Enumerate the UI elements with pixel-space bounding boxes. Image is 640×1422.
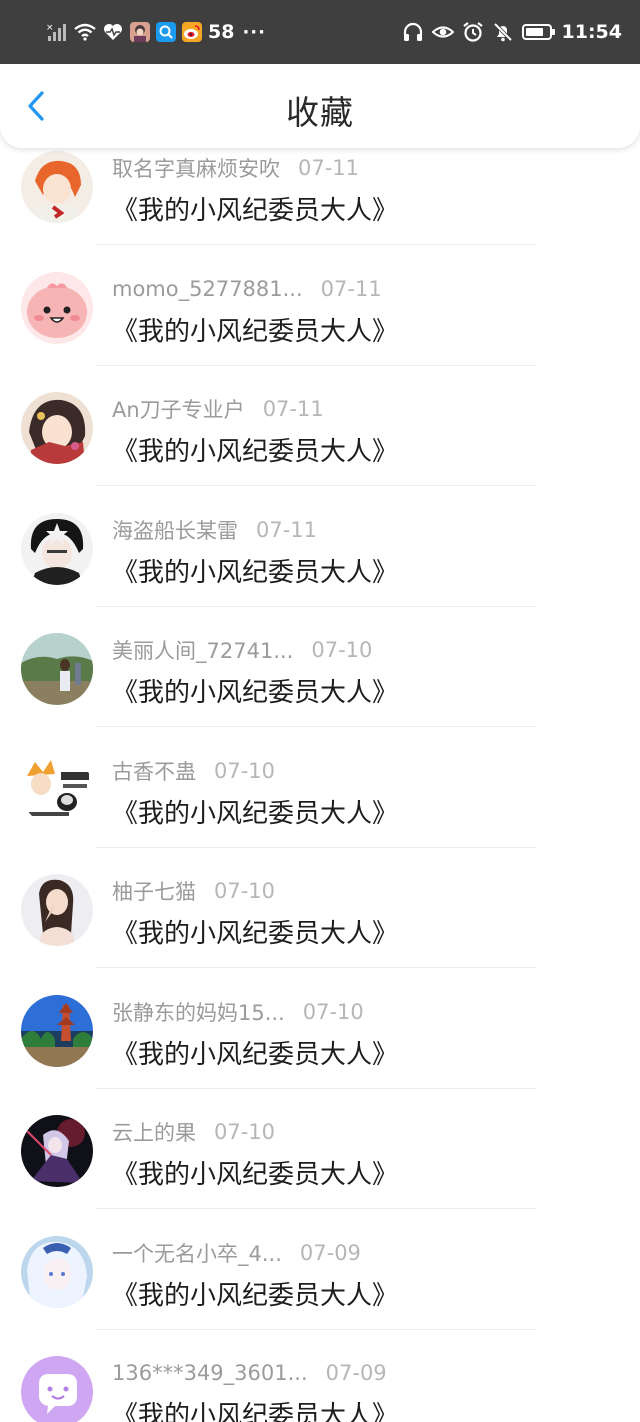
favorite-item[interactable]: 一个无名小卒_4... 07-09 《我的小风纪委员大人》: [0, 1210, 640, 1330]
favorite-date: 07-09: [299, 1241, 361, 1265]
eye-comfort-icon: [431, 21, 454, 43]
user-name: 一个无名小卒_4...: [112, 1242, 282, 1266]
user-avatar[interactable]: [21, 513, 93, 585]
book-title[interactable]: 《我的小风纪委员大人》: [112, 552, 398, 589]
user-avatar[interactable]: [21, 1115, 93, 1187]
wifi-icon: [74, 21, 96, 43]
status-bar-left: × 58 ···: [46, 18, 266, 46]
item-meta: 136***349_3601... 07-09: [112, 1358, 387, 1388]
user-avatar[interactable]: [21, 151, 93, 223]
favorite-date: 07-10: [311, 638, 373, 662]
favorite-date: 07-10: [214, 759, 276, 783]
book-title[interactable]: 《我的小风纪委员大人》: [112, 793, 398, 830]
favorite-item[interactable]: 云上的果 07-10 《我的小风纪委员大人》: [0, 1089, 640, 1209]
mute-icon: [492, 21, 514, 43]
book-title[interactable]: 《我的小风纪委员大人》: [112, 431, 398, 468]
favorite-date: 07-10: [214, 879, 276, 903]
avatar-app-icon: [130, 22, 150, 42]
user-name: momo_5277881...: [112, 277, 303, 301]
user-name: 取名字真麻烦安吹: [112, 157, 280, 181]
divider: [96, 244, 536, 245]
favorite-item[interactable]: 136***349_3601... 07-09 《我的小风纪委员大人》: [0, 1330, 640, 1422]
item-meta: An刀子专业户 07-11: [112, 394, 324, 424]
weibo-app-icon: [182, 22, 202, 42]
favorite-date: 07-11: [256, 518, 318, 542]
item-meta: 海盗船长某雷 07-11: [112, 515, 317, 545]
user-name: 美丽人间_72741...: [112, 639, 294, 663]
notification-count: 58: [208, 21, 235, 43]
alarm-icon: [462, 21, 484, 43]
favorite-date: 07-10: [302, 1000, 364, 1024]
user-avatar[interactable]: [21, 392, 93, 464]
item-meta: 云上的果 07-10: [112, 1117, 275, 1147]
user-avatar[interactable]: [21, 995, 93, 1067]
status-bar: × 58 ··· 11:54: [0, 0, 640, 64]
favorite-date: 07-11: [262, 397, 324, 421]
favorite-item[interactable]: 张静东的妈妈15... 07-10 《我的小风纪委员大人》: [0, 969, 640, 1089]
book-title[interactable]: 《我的小风纪委员大人》: [112, 1275, 398, 1312]
favorites-list[interactable]: 取名字真麻烦安吹 07-11 《我的小风纪委员大人》 momo_5277881... 0…: [0, 128, 640, 1422]
divider: [96, 485, 536, 486]
favorite-date: 07-11: [320, 277, 382, 301]
book-title[interactable]: 《我的小风纪委员大人》: [112, 913, 398, 950]
favorite-item[interactable]: An刀子专业户 07-11 《我的小风纪委员大人》: [0, 366, 640, 486]
favorite-date: 07-09: [325, 1361, 387, 1385]
favorite-date: 07-10: [214, 1120, 276, 1144]
user-name: 张静东的妈妈15...: [112, 1001, 285, 1025]
user-avatar[interactable]: [21, 272, 93, 344]
item-meta: momo_5277881... 07-11: [112, 274, 382, 304]
book-title[interactable]: 《我的小风纪委员大人》: [112, 190, 398, 227]
user-name: 海盗船长某雷: [112, 519, 238, 543]
favorite-item[interactable]: 美丽人间_72741... 07-10 《我的小风纪委员大人》: [0, 607, 640, 727]
book-title[interactable]: 《我的小风纪委员大人》: [112, 1154, 398, 1191]
svg-text:×: ×: [46, 23, 54, 33]
user-avatar[interactable]: [21, 1236, 93, 1308]
divider: [96, 967, 536, 968]
user-avatar[interactable]: [21, 874, 93, 946]
divider: [96, 726, 536, 727]
heart-rate-icon: [102, 21, 124, 43]
item-meta: 一个无名小卒_4... 07-09: [112, 1238, 361, 1268]
no-sim-signal-icon: ×: [46, 21, 68, 43]
user-name: 136***349_3601...: [112, 1361, 308, 1385]
page-title: 收藏: [286, 93, 354, 132]
headphones-icon: [402, 21, 424, 43]
book-title[interactable]: 《我的小风纪委员大人》: [112, 1395, 398, 1422]
user-name: 云上的果: [112, 1121, 196, 1145]
item-meta: 张静东的妈妈15... 07-10: [112, 997, 364, 1027]
battery-level: [525, 28, 543, 36]
user-name: 古香不蛊: [112, 760, 196, 784]
user-avatar[interactable]: [21, 633, 93, 705]
item-meta: 古香不蛊 07-10: [112, 756, 275, 786]
clock: 11:54: [561, 21, 622, 43]
item-meta: 取名字真麻烦安吹 07-11: [112, 153, 359, 183]
battery-icon: [521, 24, 555, 40]
user-avatar[interactable]: [21, 754, 93, 826]
book-title[interactable]: 《我的小风纪委员大人》: [112, 1034, 398, 1071]
item-meta: 美丽人间_72741... 07-10: [112, 635, 372, 665]
app-header: 收藏: [0, 64, 640, 148]
favorite-item[interactable]: 海盗船长某雷 07-11 《我的小风纪委员大人》: [0, 487, 640, 607]
favorite-item[interactable]: momo_5277881... 07-11 《我的小风纪委员大人》: [0, 246, 640, 366]
status-bar-right: 11:54: [402, 18, 622, 46]
user-avatar[interactable]: [21, 1356, 93, 1422]
favorite-item[interactable]: 古香不蛊 07-10 《我的小风纪委员大人》: [0, 728, 640, 848]
more-notifications-indicator: ···: [242, 21, 266, 43]
favorite-item[interactable]: 柚子七猫 07-10 《我的小风纪委员大人》: [0, 848, 640, 968]
divider: [96, 1208, 536, 1209]
search-app-icon: [156, 22, 176, 42]
book-title[interactable]: 《我的小风纪委员大人》: [112, 311, 398, 348]
book-title[interactable]: 《我的小风纪委员大人》: [112, 672, 398, 709]
user-name: An刀子专业户: [112, 398, 245, 422]
user-name: 柚子七猫: [112, 880, 196, 904]
favorite-date: 07-11: [298, 156, 360, 180]
item-meta: 柚子七猫 07-10: [112, 876, 275, 906]
